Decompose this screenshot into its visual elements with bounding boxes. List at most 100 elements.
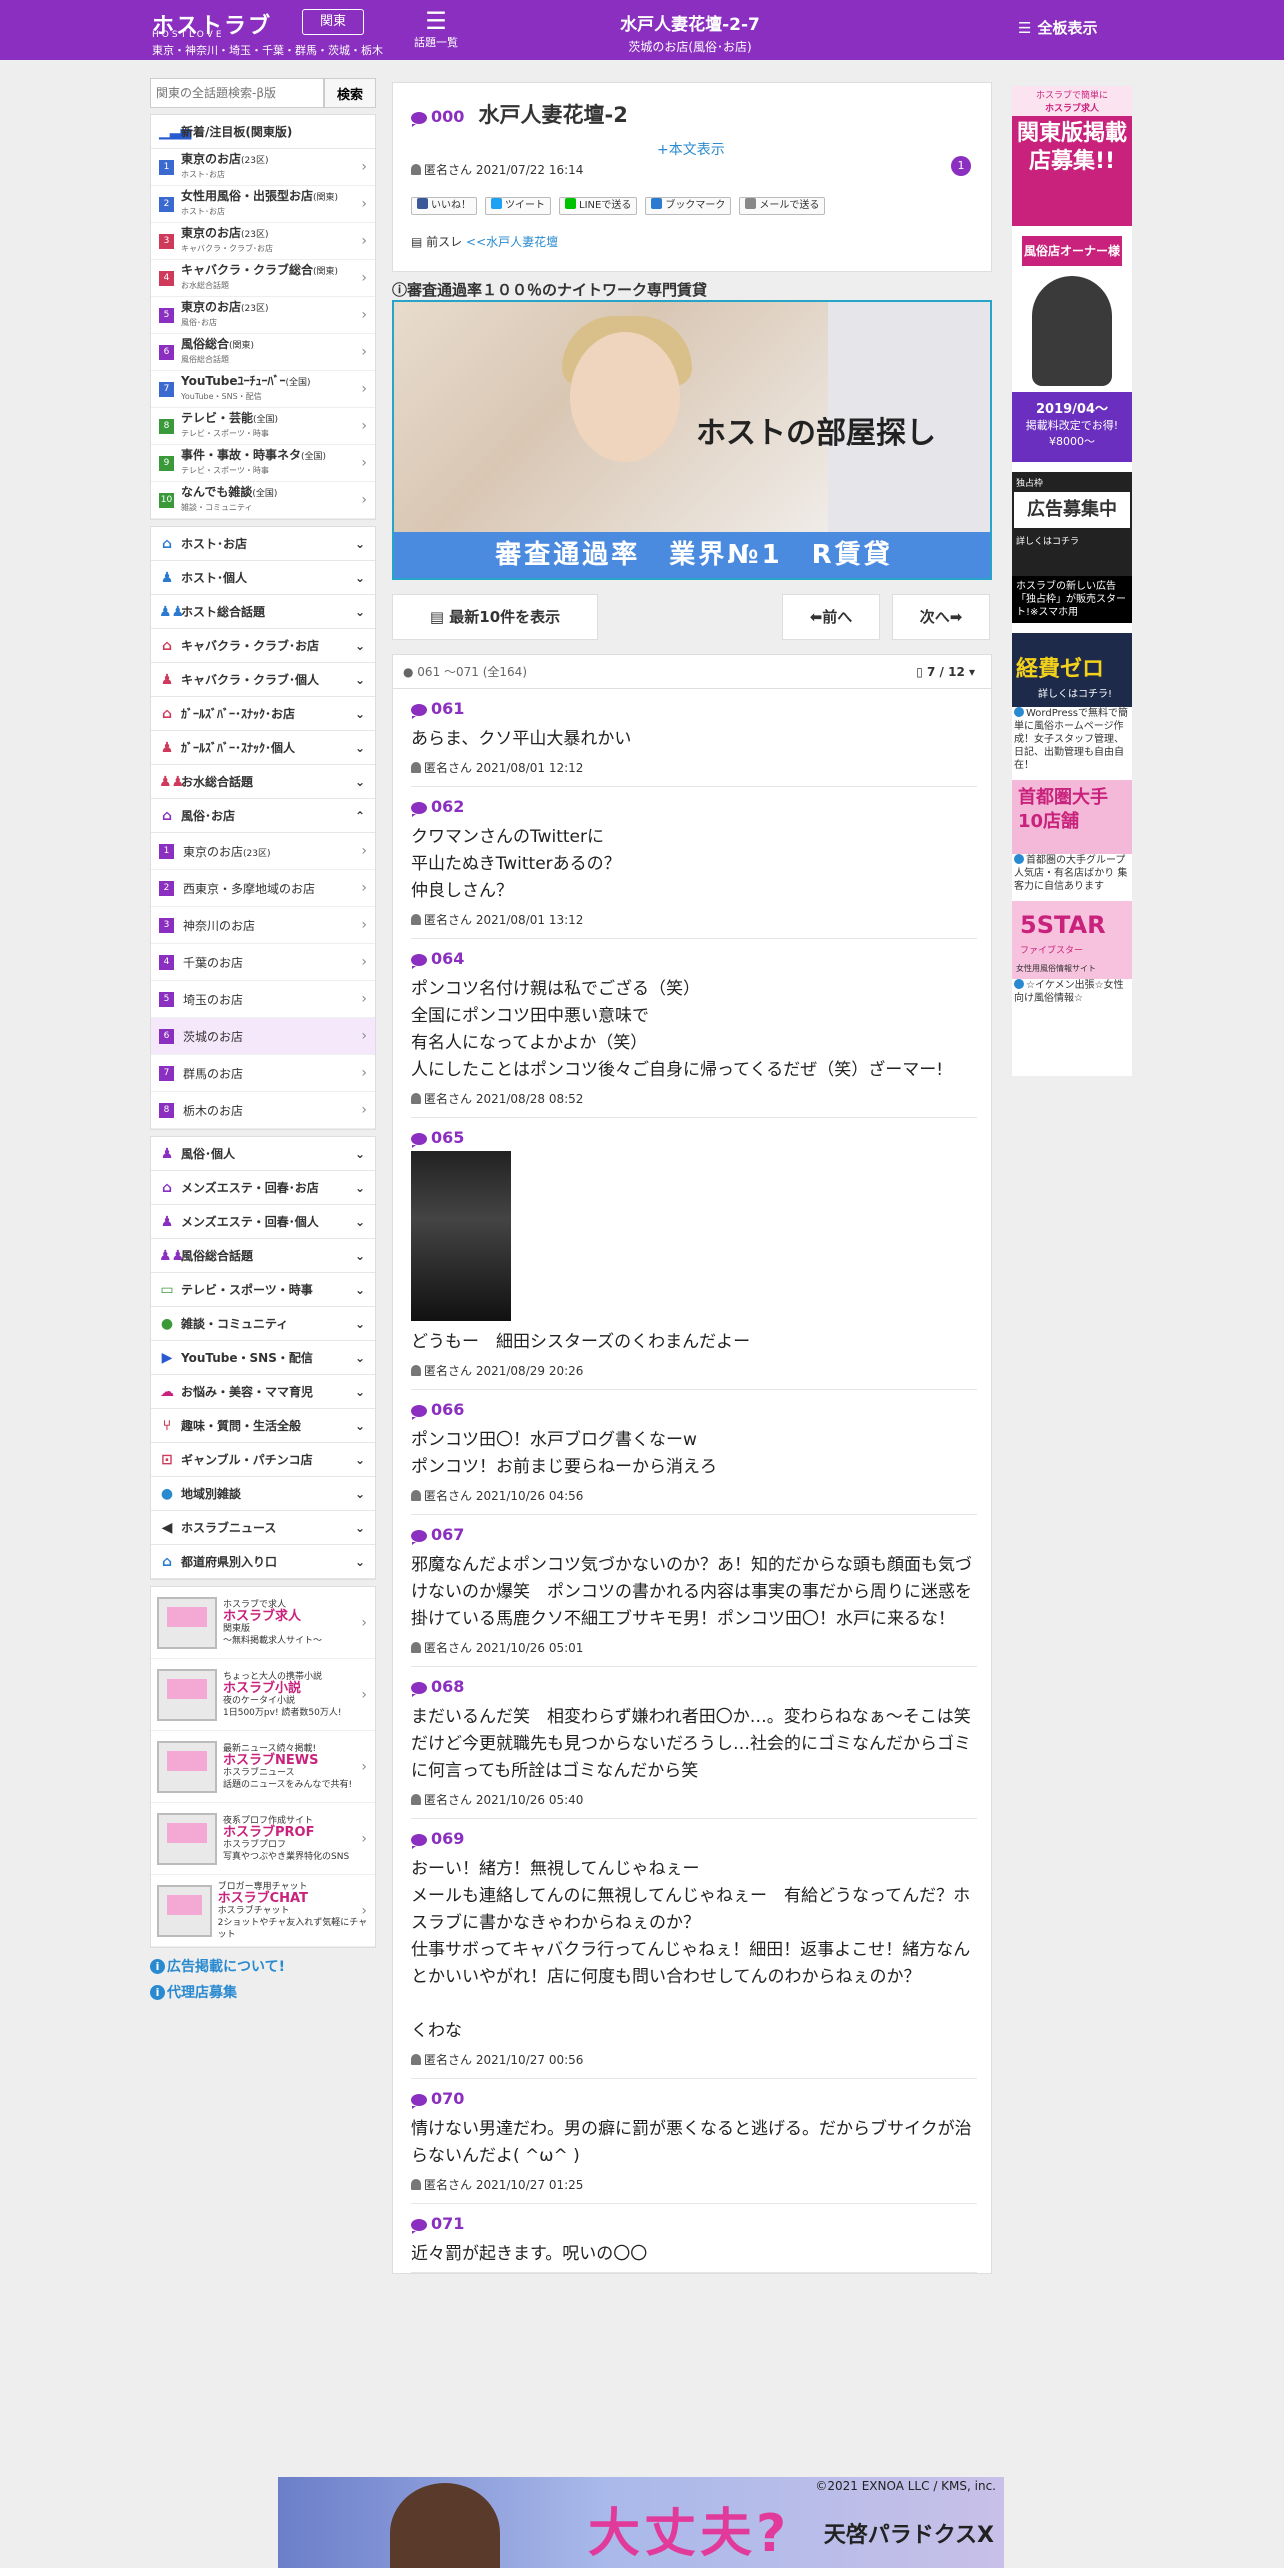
fuzoku-subitem[interactable]: 1 東京のお店(23区) ›: [151, 833, 375, 870]
ad-info-link[interactable]: i 広告掲載について!: [150, 1956, 376, 1976]
fuzoku-subitem[interactable]: 8 栃木のお店 ›: [151, 1092, 375, 1129]
category-fuzoku-shop[interactable]: ⌂ 風俗･お店 ⌃: [151, 799, 375, 833]
category-girlsbar-person[interactable]: ♟ ｶﾞｰﾙｽﾞﾊﾞｰ･ｽﾅｯｸ･個人 ⌄: [151, 731, 375, 765]
category-tv[interactable]: ▭ テレビ・スポーツ・時事 ⌄: [151, 1273, 375, 1307]
category-beauty[interactable]: ☁ お悩み・美容・ママ育児 ⌄: [151, 1375, 375, 1409]
category-region[interactable]: ● 地域別雑談 ⌄: [151, 1477, 375, 1511]
category-youtube[interactable]: ▶ YouTube・SNS・配信 ⌄: [151, 1341, 375, 1375]
ranking-item[interactable]: 7 YouTubeﾕｰﾁｭｰﾊﾞｰ(全国) YouTube・SNS・配信 ›: [151, 371, 375, 408]
bottom-game-ad[interactable]: 大丈夫? 天啓パラドクスX ©2021 EXNOA LLC / KMS, inc…: [278, 2477, 1004, 2568]
category-water-general[interactable]: ♟♟ お水総合話題 ⌄: [151, 765, 375, 799]
rental-ad-banner[interactable]: ホストの部屋探し 審査通過率 業界№1 R賃貸: [392, 300, 992, 580]
fuzoku-subitem[interactable]: 5 埼玉のお店 ›: [151, 981, 375, 1018]
search-button[interactable]: 検索: [324, 78, 376, 108]
post-id[interactable]: 066: [411, 1400, 977, 1420]
recruit-ad[interactable]: ホスラブで簡単にホスラブ求人 関東版掲載店募集!! 風俗店オーナー様へ 2019…: [1012, 86, 1132, 462]
subitem-number: 7: [159, 1065, 174, 1081]
category-mens-person[interactable]: ♟ メンズエステ・回春･個人 ⌄: [151, 1205, 375, 1239]
user-icon: [411, 762, 421, 773]
prev-thread-link[interactable]: <<水戸人妻花壇: [466, 235, 558, 249]
service-banner[interactable]: ホスラブで求人 ホスラブ求人 関東版 〜無料掲載求人サイト〜 ›: [151, 1587, 375, 1659]
exclusive-ad[interactable]: 独占枠 広告募集中 詳しくはコチラ: [1012, 472, 1132, 576]
ranking-item[interactable]: 6 風俗総合(関東) 風俗総合話題 ›: [151, 334, 375, 371]
thread-author: 匿名さん: [424, 163, 473, 177]
fuzoku-subitem[interactable]: 2 西東京・多摩地域のお店 ›: [151, 870, 375, 907]
post-id[interactable]: 061: [411, 699, 977, 719]
bookmark-button[interactable]: ブックマーク: [645, 197, 732, 215]
fivestar-ad-text[interactable]: ☆イケメン出張☆女性向け風俗情報☆: [1012, 979, 1132, 1013]
category-host-person[interactable]: ♟ ホスト･個人 ⌄: [151, 561, 375, 595]
category-label: YouTube・SNS・配信: [181, 1351, 313, 1365]
wordpress-ad[interactable]: 経費ゼロ 詳しくはコチラ!: [1012, 633, 1132, 707]
chevron-down-icon: ⌄: [354, 1452, 365, 1467]
post-id[interactable]: 071: [411, 2214, 977, 2234]
show-body-toggle[interactable]: +本文表示: [657, 139, 725, 159]
post-id[interactable]: 067: [411, 1525, 977, 1545]
post-id[interactable]: 069: [411, 1829, 977, 1849]
ranking-item[interactable]: 2 女性用風俗・出張型お店(関東) ホスト･お店 ›: [151, 186, 375, 223]
exclusive-ad-text[interactable]: ホスラブの新しい広告「独占枠」が販売スタート!※スマホ用: [1012, 576, 1132, 623]
service-banner[interactable]: 夜系プロフ作成サイト ホスラブPROF ホスラブプロフ 写真やつぶやき業界特化のSNS…: [151, 1803, 375, 1875]
banner-text: ちょっと大人の携帯小説 ホスラブ小説 夜のケータイ小説 1日500万pv! 読者数50…: [223, 1671, 342, 1718]
category-cabaret-shop[interactable]: ⌂ キャバクラ・クラブ･お店 ⌄: [151, 629, 375, 663]
ranking-item[interactable]: 8 テレビ・芸能(全国) テレビ・スポーツ・時事 ›: [151, 408, 375, 445]
service-banner[interactable]: ブロガー専用チャット ホスラブCHAT ホスラブチャット 2ショットやチャ友入れず気軽…: [151, 1875, 375, 1947]
fuzoku-subitem[interactable]: 7 群馬のお店 ›: [151, 1055, 375, 1092]
fuzoku-subitem[interactable]: 3 神奈川のお店 ›: [151, 907, 375, 944]
post-body: 邪魔なんだよポンコツ気づかないのか？あ！知的だからな頭も顔面も気づけないのか爆笑…: [411, 1555, 972, 1629]
category-fuzoku-general[interactable]: ♟♟ 風俗総合話題 ⌄: [151, 1239, 375, 1273]
header-thread-category[interactable]: 茨城のお店(風俗･お店): [520, 38, 860, 55]
ranking-item[interactable]: 5 東京のお店(23区) 風俗･お店 ›: [151, 297, 375, 334]
agency-link[interactable]: i 代理店募集: [150, 1982, 376, 2002]
category-host-general[interactable]: ♟♟ ホスト総合話題 ⌄: [151, 595, 375, 629]
ranking-item[interactable]: 9 事件・事故・時事ネタ(全国) テレビ・スポーツ・時事 ›: [151, 445, 375, 482]
post-id[interactable]: 065: [411, 1128, 977, 1148]
category-hobby[interactable]: ⑂ 趣味・質問・生活全般 ⌄: [151, 1409, 375, 1443]
shutoken-ad-text[interactable]: 首都圏の大手グループ 人気店・有名店ばかり 集客力に自信あります: [1012, 854, 1132, 901]
category-fuzoku-person[interactable]: ♟ 風俗･個人 ⌄: [151, 1137, 375, 1171]
shutoken-ad[interactable]: 首都圏大手10店舗: [1012, 780, 1132, 854]
ranking-item[interactable]: 10 なんでも雑談(全国) 雑談・コミュニティ ›: [151, 482, 375, 519]
post-image[interactable]: [411, 1151, 511, 1321]
category-pref[interactable]: ⌂ 都道府県別入り口 ⌄: [151, 1545, 375, 1579]
category-chat[interactable]: ● 雑談・コミュニティ ⌄: [151, 1307, 375, 1341]
prev-page-button[interactable]: ⬅前へ: [782, 594, 880, 640]
fivestar-ad[interactable]: 5STAR ファイブスター 女性用風俗情報サイト: [1012, 901, 1132, 979]
ad-game-logo: 天啓パラドクスX: [823, 2523, 994, 2548]
category-gamble[interactable]: ⊡ ギャンブル・パチンコ店 ⌄: [151, 1443, 375, 1477]
service-banner[interactable]: 最新ニュース続々掲載! ホスラブNEWS ホスラブニュース 話題のニュースをみんなで共…: [151, 1731, 375, 1803]
facebook-like-button[interactable]: いいね！: [411, 197, 477, 215]
mail-share-button[interactable]: メールで送る: [739, 197, 826, 215]
fuzoku-subitem[interactable]: 6 茨城のお店 ›: [151, 1018, 375, 1055]
service-banner[interactable]: ちょっと大人の携帯小説 ホスラブ小説 夜のケータイ小説 1日500万pv! 読者数50…: [151, 1659, 375, 1731]
page-indicator[interactable]: ▯ 7 / 12 ▾: [916, 665, 975, 679]
rank-number: 9: [159, 455, 174, 471]
header-thread-info: 水戸人妻花壇-2-7 茨城のお店(風俗･お店): [520, 10, 860, 55]
response-badge[interactable]: 1: [951, 156, 971, 176]
category-girlsbar-shop[interactable]: ⌂ ｶﾞｰﾙｽﾞﾊﾞｰ･ｽﾅｯｸ･お店 ⌄: [151, 697, 375, 731]
fuzoku-subitem[interactable]: 4 千葉のお店 ›: [151, 944, 375, 981]
search-input[interactable]: [150, 78, 324, 108]
post-id[interactable]: 070: [411, 2089, 977, 2109]
category-mens-shop[interactable]: ⌂ メンズエステ・回春･お店 ⌄: [151, 1171, 375, 1205]
post-id[interactable]: 062: [411, 797, 977, 817]
category-cabaret-person[interactable]: ♟ キャバクラ・クラブ･個人 ⌄: [151, 663, 375, 697]
category-label: ｶﾞｰﾙｽﾞﾊﾞｰ･ｽﾅｯｸ･個人: [181, 741, 296, 755]
region-button[interactable]: 関東: [302, 9, 364, 35]
category-host-shop[interactable]: ⌂ ホスト･お店 ⌄: [151, 527, 375, 561]
next-page-button[interactable]: 次へ➡: [892, 594, 990, 640]
category-news[interactable]: ◀ ホスラブニュース ⌄: [151, 1511, 375, 1545]
house-icon: ⌂: [161, 1553, 173, 1570]
all-boards-button[interactable]: ☰ 全板表示: [1018, 17, 1097, 38]
tweet-button[interactable]: ツイート: [485, 197, 551, 215]
ranking-item[interactable]: 1 東京のお店(23区) ホスト･お店 ›: [151, 149, 375, 186]
topics-button[interactable]: ☰ 話題一覧: [408, 8, 464, 50]
post-id[interactable]: 064: [411, 949, 977, 969]
latest-10-button[interactable]: ▤ 最新10件を表示: [392, 594, 598, 640]
ranking-item[interactable]: 3 東京のお店(23区) キャバクラ・クラブ･お店 ›: [151, 223, 375, 260]
chevron-right-icon: ›: [361, 196, 367, 212]
wordpress-ad-text[interactable]: WordPressで無料で簡単に風俗ホームページ作成！女子スタッフ管理、日記、出…: [1012, 707, 1132, 780]
ranking-item[interactable]: 4 キャバクラ・クラブ総合(関東) お水総合話題 ›: [151, 260, 375, 297]
line-share-button[interactable]: LINEで送る: [559, 197, 638, 215]
post-id[interactable]: 068: [411, 1677, 977, 1697]
